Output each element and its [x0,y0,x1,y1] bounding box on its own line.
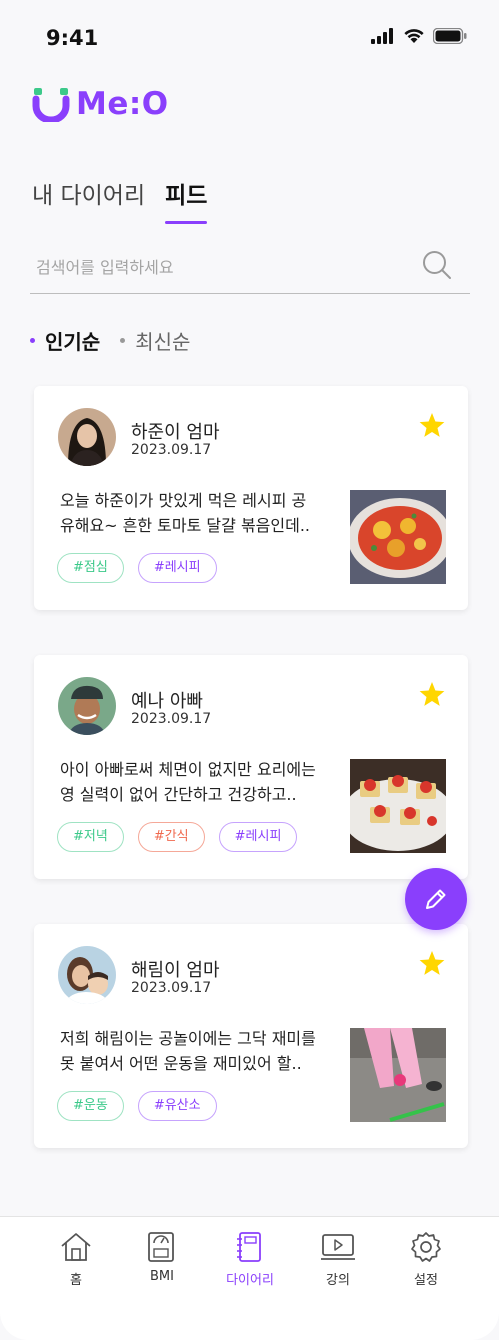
star-icon[interactable] [418,681,446,712]
post-preview: 오늘 하준이가 맛있게 먹은 레시피 공 유해요~ 흔한 토마토 달걀 볶음인데… [60,488,330,538]
nav-home-label: 홈 [70,1273,82,1288]
post-tags: #점심 #레시피 [57,553,217,583]
tag-chip[interactable]: #운동 [57,1091,124,1121]
avatar[interactable] [58,946,116,1004]
tag-chip[interactable]: #점심 [57,553,124,583]
wifi-icon [404,29,424,43]
bullet-dot [120,338,126,343]
sort-latest[interactable]: 최신순 [120,326,190,355]
diary-tabs: 내 다이어리 피드 [32,176,208,224]
battery-icon [433,28,467,44]
tag-chip[interactable]: #저녁 [57,822,124,852]
nav-bmi[interactable]: BMI [122,1231,202,1284]
post-preview: 아이 아빠로써 체면이 없지만 요리에는 영 실력이 없어 간단하고 건강하고.… [60,757,330,807]
search-input[interactable] [36,252,406,282]
write-post-button[interactable] [405,868,467,930]
post-preview-line: 영 실력이 없어 간단하고 건강하고.. [60,785,297,804]
avatar[interactable] [58,408,116,466]
avatar[interactable] [58,677,116,735]
nav-settings-label: 설정 [414,1273,438,1288]
status-time: 9:41 [46,26,99,50]
post-preview: 저희 해림이는 공놀이에는 그닥 재미를 못 붙여서 어떤 운동을 재미있어 할… [60,1026,330,1076]
tag-chip[interactable]: #유산소 [137,1091,217,1121]
sort-popular[interactable]: 인기순 [30,326,100,355]
post-date: 2023.09.17 [131,711,212,727]
sort-options: 인기순 최신순 [30,326,190,355]
lecture-icon [321,1234,355,1260]
star-icon[interactable] [418,412,446,443]
app-screen: 9:41 Me:O 내 다이어리 피드 검색어를 입력하세요 인기순 최신순 하… [0,0,499,1340]
sort-popular-label: 인기순 [45,330,101,354]
tag-chip[interactable]: #간식 [137,822,205,852]
nav-diary[interactable]: 다이어리 [210,1231,290,1288]
signal-icon [371,28,393,44]
post-preview-line: 못 붙여서 어떤 운동을 재미있어 할.. [60,1054,302,1073]
post-author: 하준이 엄마 [131,422,220,443]
post-thumbnail[interactable] [350,1028,446,1122]
pencil-icon [426,889,446,909]
tag-chip[interactable]: #레시피 [218,822,298,852]
nav-lecture[interactable]: 강의 [298,1231,378,1288]
post-preview-line: 아이 아빠로써 체면이 없지만 요리에는 [60,760,316,779]
post-preview-line: 저희 해림이는 공놀이에는 그닥 재미를 [60,1029,316,1048]
feed-card[interactable]: 예나 아빠 2023.09.17 아이 아빠로써 체면이 없지만 요리에는 영 … [34,655,468,879]
nav-home[interactable]: 홈 [36,1231,116,1288]
post-thumbnail[interactable] [350,759,446,853]
nav-diary-label: 다이어리 [226,1273,274,1288]
sort-latest-label: 최신순 [135,330,191,354]
search-bar [30,244,470,294]
post-tags: #운동 #유산소 [57,1091,217,1121]
post-tags: #저녁 #간식 #레시피 [57,822,298,852]
bmi-icon [148,1232,174,1262]
feed-card[interactable]: 해림이 엄마 2023.09.17 저희 해림이는 공놀이에는 그닥 재미를 못… [34,924,468,1148]
tab-feed[interactable]: 피드 [165,176,208,224]
status-icons [371,28,467,44]
app-logo: Me:O [32,86,169,122]
post-preview-line: 유해요~ 흔한 토마토 달걀 볶음인데.. [60,516,311,535]
nav-settings[interactable]: 설정 [386,1231,466,1288]
bullet-dot [30,338,35,343]
logo-text: Me:O [76,86,169,122]
star-icon[interactable] [418,950,446,981]
diary-icon [237,1232,261,1262]
bottom-nav: 홈 BMI 다이어리 강의 설정 [0,1216,499,1340]
logo-mark-icon [32,88,70,122]
tab-my-diary[interactable]: 내 다이어리 [32,176,145,224]
post-preview-line: 오늘 하준이가 맛있게 먹은 레시피 공 [60,491,307,510]
tag-chip[interactable]: #레시피 [137,553,217,583]
home-icon [61,1233,91,1261]
post-date: 2023.09.17 [131,442,212,458]
nav-bmi-label: BMI [150,1269,174,1284]
nav-lecture-label: 강의 [326,1273,350,1288]
post-date: 2023.09.17 [131,980,212,996]
post-author: 예나 아빠 [131,691,203,712]
feed-card[interactable]: 하준이 엄마 2023.09.17 오늘 하준이가 맛있게 먹은 레시피 공 유… [34,386,468,610]
post-author: 해림이 엄마 [131,960,220,981]
post-thumbnail[interactable] [350,490,446,584]
search-icon[interactable] [422,250,452,284]
settings-icon [411,1232,441,1262]
status-bar: 9:41 [0,0,499,72]
